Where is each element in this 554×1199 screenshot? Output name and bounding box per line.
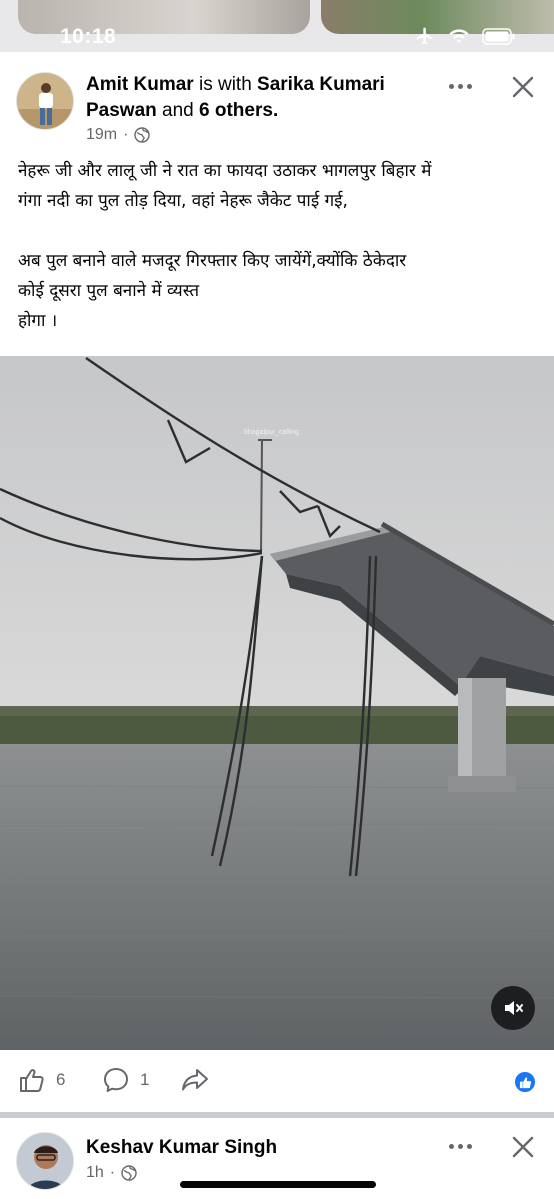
post-text-line: कोई दूसरा पुल बनाने में व्यस्त — [18, 281, 200, 301]
status-time: 10:18 — [60, 25, 117, 48]
status-icons — [414, 26, 516, 46]
comment-icon — [104, 1068, 128, 1092]
thumbs-up-icon — [519, 1076, 531, 1088]
post-header: Amit Kumar is with Sarika Kumari Paswan … — [0, 52, 554, 152]
bridge-collapse-video-frame: bhagalpur_calling — [0, 356, 554, 1050]
status-bar: 10:18 — [0, 0, 554, 52]
muted-speaker-icon — [505, 1001, 523, 1015]
post-time[interactable]: 19m — [86, 126, 117, 144]
close-icon[interactable] — [510, 74, 536, 100]
close-icon[interactable] — [510, 1134, 536, 1160]
author-name[interactable]: Keshav Kumar Singh — [86, 1137, 277, 1159]
post-meta: 19m · — [86, 126, 151, 144]
author-name[interactable]: Amit Kumar — [86, 74, 194, 95]
with-text: is with — [198, 74, 252, 95]
share-icon — [182, 1069, 208, 1091]
post-text-line: होगा । — [18, 311, 58, 331]
post-text-line: गंगा नदी का पुल तोड़ दिया, वहां नेहरू जै… — [18, 191, 348, 211]
share-button[interactable] — [180, 1066, 210, 1094]
video-watermark: bhagalpur_calling — [244, 429, 299, 436]
post-text: नेहरू जी और लालू जी ने रात का फायदा उठाक… — [18, 156, 538, 336]
post-text-line: नेहरू जी और लालू जी ने रात का फायदा उठाक… — [18, 161, 432, 181]
globe-icon — [121, 1165, 137, 1181]
home-indicator[interactable] — [180, 1181, 376, 1188]
like-reaction-icon[interactable] — [513, 1070, 537, 1094]
post-author-line: Amit Kumar is with Sarika Kumari Paswan … — [86, 72, 426, 124]
post-video[interactable]: bhagalpur_calling — [0, 356, 554, 1050]
like-button[interactable]: 6 — [18, 1066, 65, 1094]
battery-icon — [482, 27, 515, 45]
comment-button[interactable]: 1 — [102, 1066, 149, 1094]
thumbs-up-icon — [20, 1069, 44, 1092]
airplane-icon — [416, 27, 433, 45]
globe-icon — [134, 127, 151, 143]
more-options-button[interactable] — [446, 1134, 474, 1158]
more-options-button[interactable] — [446, 74, 474, 98]
meta-separator: · — [109, 1164, 116, 1181]
avatar[interactable] — [16, 72, 74, 130]
avatar[interactable] — [16, 1132, 74, 1190]
others-link[interactable]: 6 others. — [199, 100, 278, 121]
comment-count: 1 — [140, 1070, 150, 1089]
post-actions: 6 1 — [0, 1050, 554, 1112]
like-count: 6 — [56, 1070, 66, 1089]
and-text: and — [162, 100, 194, 121]
post-time[interactable]: 1h — [86, 1164, 104, 1182]
mute-toggle-button[interactable] — [491, 986, 535, 1030]
wifi-icon — [449, 29, 469, 43]
post-text-line: अब पुल बनाने वाले मजदूर गिरफ्तार किए जाय… — [18, 251, 407, 271]
post-meta: 1h · — [86, 1164, 137, 1182]
meta-separator: · — [123, 126, 129, 143]
